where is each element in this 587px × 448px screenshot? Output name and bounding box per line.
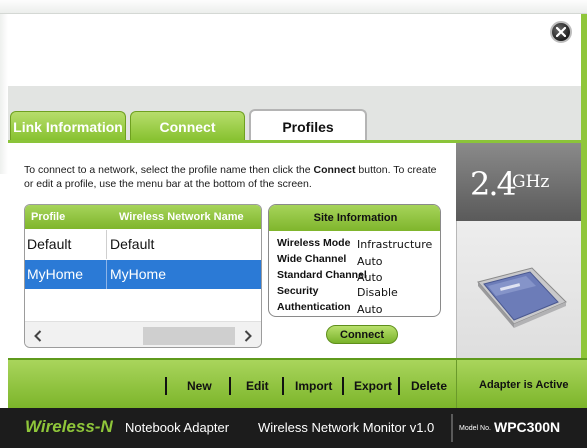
horizontal-scrollbar[interactable]: [25, 321, 261, 347]
profile-row-default[interactable]: Default Default: [25, 230, 261, 259]
new-button[interactable]: New: [187, 379, 212, 393]
field-value: Auto: [357, 255, 383, 268]
footer-bar: Wireless-N Notebook Adapter Wireless Net…: [0, 408, 587, 448]
adapter-status-text: Adapter is Active: [479, 379, 569, 391]
tab-label: Link Information: [13, 118, 123, 135]
field-standard-channel: Standard Channel Auto: [277, 269, 440, 285]
tab-connect[interactable]: Connect: [130, 111, 245, 141]
delete-button[interactable]: Delete: [411, 379, 447, 393]
tab-label: Connect: [159, 118, 216, 135]
column-header-network-name: Wireless Network Name: [119, 211, 244, 223]
app-name-version: Wireless Network Monitor v1.0: [258, 420, 435, 435]
left-border: [0, 14, 8, 174]
toolbar-divider: [165, 377, 167, 395]
network-name: MyHome: [110, 266, 167, 282]
profile-name: Default: [27, 236, 72, 252]
footer-divider: [451, 414, 453, 442]
close-button[interactable]: [550, 21, 572, 43]
close-icon: [556, 27, 566, 37]
tab-link-information[interactable]: Link Information: [10, 111, 126, 141]
export-button[interactable]: Export: [354, 379, 392, 393]
right-border: [581, 14, 587, 358]
network-name: Default: [110, 236, 155, 252]
column-header-profile: Profile: [31, 211, 66, 223]
model-number: WPC300N: [494, 419, 561, 435]
edit-button[interactable]: Edit: [246, 379, 269, 393]
adapter-status-area: Adapter is Active: [456, 358, 587, 408]
connect-button[interactable]: Connect: [326, 325, 398, 344]
chevron-right-icon: [244, 330, 252, 342]
frequency-badge: 2.4 GHz: [456, 143, 581, 221]
wireless-network-monitor-window: Link Information Connect Profiles To con…: [0, 0, 587, 448]
toolbar-divider: [342, 377, 344, 395]
title-strip: [0, 0, 587, 14]
field-label: Authentication: [277, 301, 351, 313]
field-label: Standard Channel: [277, 269, 367, 281]
tab-profiles[interactable]: Profiles: [249, 109, 367, 142]
frequency-unit: GHz: [512, 172, 550, 192]
field-value: Auto: [357, 303, 383, 316]
field-label: Wireless Mode: [277, 237, 351, 249]
column-divider: [106, 260, 107, 289]
tab-label: Profiles: [282, 118, 334, 135]
profile-name: MyHome: [27, 266, 84, 282]
field-wide-channel: Wide Channel Auto: [277, 253, 440, 269]
field-authentication: Authentication Auto: [277, 301, 440, 316]
field-label: Wide Channel: [277, 253, 347, 265]
field-value: Disable: [357, 286, 398, 299]
brand-logo-text: Wireless-N: [25, 417, 113, 436]
column-divider: [106, 230, 107, 259]
product-name: Notebook Adapter: [125, 420, 230, 435]
toolbar-divider: [398, 377, 400, 395]
profile-list: Profile Wireless Network Name Default De…: [24, 204, 262, 348]
toolbar-divider: [282, 377, 284, 395]
site-information-panel: Site Information Wireless Mode Infrastru…: [268, 204, 441, 317]
chevron-left-icon: [34, 330, 42, 342]
notebook-adapter-card-image: [474, 262, 570, 339]
field-value: Auto: [357, 271, 383, 284]
field-value: Infrastructure: [357, 238, 433, 251]
site-information-title: Site Information: [269, 205, 440, 231]
scrollbar-thumb[interactable]: [143, 327, 235, 345]
profile-toolbar: New Edit Import Export Delete: [8, 358, 456, 408]
frequency-value: 2.4: [470, 165, 517, 203]
toolbar-divider: [229, 377, 231, 395]
profile-row-myhome[interactable]: MyHome MyHome: [25, 260, 261, 289]
field-wireless-mode: Wireless Mode Infrastructure: [277, 237, 440, 253]
field-label: Security: [277, 285, 319, 297]
model-number-label: Model No.: [459, 425, 491, 432]
scroll-right-button[interactable]: [239, 327, 257, 345]
field-security: Security Disable: [277, 285, 440, 301]
pc-card-icon: [477, 267, 567, 328]
scroll-left-button[interactable]: [29, 327, 47, 345]
profile-list-header: Profile Wireless Network Name: [25, 205, 261, 229]
instructions-text: To connect to a network, select the prof…: [24, 164, 437, 190]
import-button[interactable]: Import: [295, 379, 332, 393]
